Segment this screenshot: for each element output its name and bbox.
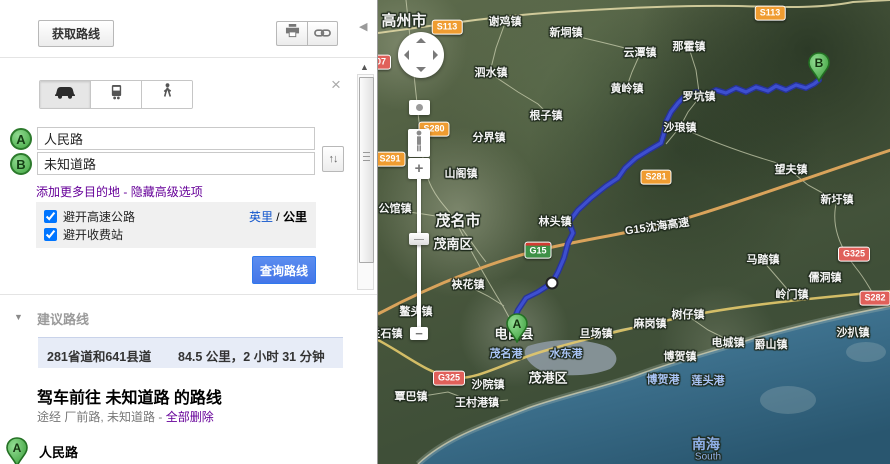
pegman-icon xyxy=(414,130,424,157)
origin-input[interactable] xyxy=(37,127,315,150)
zoom-slider-track[interactable] xyxy=(417,179,421,327)
marker-b[interactable]: B xyxy=(808,52,830,87)
zoom-in-button[interactable]: + xyxy=(408,158,430,179)
svg-text:B: B xyxy=(815,56,824,70)
search-routes-button[interactable]: 查询路线 xyxy=(252,256,316,284)
link-separator: - xyxy=(123,185,127,199)
travel-mode-tabs xyxy=(39,80,193,109)
suggested-route-item[interactable]: 281省道和641县道 84.5 公里，2 小时 31 分钟 xyxy=(38,337,343,368)
map-canvas[interactable]: 高州市谢鸡镇新垌镇云潭镇那霍镇泗水镇黄岭镇根子镇罗坑镇沙琅镇望夫镇新圩镇分界镇山… xyxy=(377,0,890,464)
recenter-dot-icon xyxy=(416,104,423,111)
step-a-pin: A xyxy=(5,437,29,464)
car-icon xyxy=(54,85,76,104)
destination-badge: B xyxy=(10,153,32,175)
zoom-out-button[interactable]: − xyxy=(410,327,428,340)
bus-icon xyxy=(110,84,123,105)
via-line: 途经 厂前路, 未知道路 - 全部删除 xyxy=(37,408,214,425)
get-directions-button[interactable]: 获取路线 xyxy=(38,20,114,47)
origin-badge: A xyxy=(10,128,32,150)
avoid-tolls-option[interactable]: 避开收费站 xyxy=(44,225,308,243)
close-icon[interactable]: × xyxy=(331,76,341,93)
collapse-triangle-icon[interactable]: ▼ xyxy=(14,312,23,322)
avoid-highways-label: 避开高速公路 xyxy=(63,208,135,225)
road-shield: G325 xyxy=(433,371,465,386)
destination-input[interactable] xyxy=(37,152,315,175)
suggested-routes-header: 建议路线 xyxy=(37,309,89,328)
avoid-highways-checkbox[interactable] xyxy=(44,210,57,223)
step-a-label: 人民路 xyxy=(39,442,78,461)
swap-endpoints-button[interactable]: ↑↓ xyxy=(322,146,344,172)
section-divider xyxy=(0,294,377,295)
tab-driving[interactable] xyxy=(40,81,91,108)
scrollbar-thumb[interactable] xyxy=(359,77,374,263)
road-shield: S282 xyxy=(859,291,890,306)
road-shield: S281 xyxy=(640,170,671,185)
form-links: 添加更多目的地 - 隐藏高级选项 xyxy=(36,183,203,200)
pan-up-icon[interactable] xyxy=(416,38,426,43)
add-destination-link[interactable]: 添加更多目的地 xyxy=(36,185,120,199)
pan-right-icon[interactable] xyxy=(433,50,438,60)
route-summary: 84.5 公里，2 小时 31 分钟 xyxy=(178,346,325,365)
road-shield: S113 xyxy=(432,20,463,35)
unit-toggle: 英里 / 公里 xyxy=(249,208,307,225)
via-text: 途经 厂前路, 未知道路 - xyxy=(37,410,162,424)
road-shield: S113 xyxy=(755,6,786,21)
link-icon xyxy=(314,25,331,43)
directions-heading: 驾车前往 未知道路 的路线 xyxy=(37,384,222,408)
pan-control[interactable] xyxy=(398,32,444,78)
pan-down-icon[interactable] xyxy=(416,67,426,72)
kilometers-label: 公里 xyxy=(283,210,307,224)
avoid-tolls-checkbox[interactable] xyxy=(44,228,57,241)
marker-a[interactable]: A xyxy=(506,313,528,348)
unit-slash: / xyxy=(276,210,279,224)
hide-advanced-options-link[interactable]: 隐藏高级选项 xyxy=(131,185,203,199)
pan-left-icon[interactable] xyxy=(404,50,409,60)
tab-transit[interactable] xyxy=(91,81,142,108)
share-button-group xyxy=(276,21,338,46)
sidebar-topbar: 获取路线 xyxy=(0,0,377,58)
road-shield: S291 xyxy=(377,152,406,167)
svg-text:A: A xyxy=(13,441,22,455)
route-options-box: 避开高速公路 避开收费站 英里 / 公里 xyxy=(36,202,316,248)
svg-text:A: A xyxy=(513,317,522,331)
route-name: 281省道和641县道 xyxy=(47,346,151,365)
street-view-pegman-button[interactable] xyxy=(408,129,430,157)
pedestrian-icon xyxy=(162,83,173,106)
road-shield: G15 xyxy=(524,242,551,259)
delete-all-link[interactable]: 全部删除 xyxy=(166,410,214,424)
recenter-button[interactable] xyxy=(409,100,430,115)
sidebar-scrollbar[interactable] xyxy=(357,74,374,290)
zoom-slider-thumb[interactable] xyxy=(409,233,429,245)
print-button[interactable] xyxy=(276,21,307,46)
road-shield: 07 xyxy=(377,55,391,70)
printer-icon xyxy=(285,24,300,43)
miles-link[interactable]: 英里 xyxy=(249,210,273,224)
link-button[interactable] xyxy=(307,21,338,46)
tab-walking[interactable] xyxy=(142,81,192,108)
directions-sidebar: 获取路线 xyxy=(0,0,352,464)
road-shield: G325 xyxy=(838,247,870,262)
avoid-tolls-label: 避开收费站 xyxy=(63,226,123,243)
google-maps-directions-app: 获取路线 xyxy=(0,0,890,464)
collapse-panel-icon[interactable]: ◀ xyxy=(359,20,367,33)
scrollbar-up-icon[interactable]: ▲ xyxy=(360,62,369,72)
